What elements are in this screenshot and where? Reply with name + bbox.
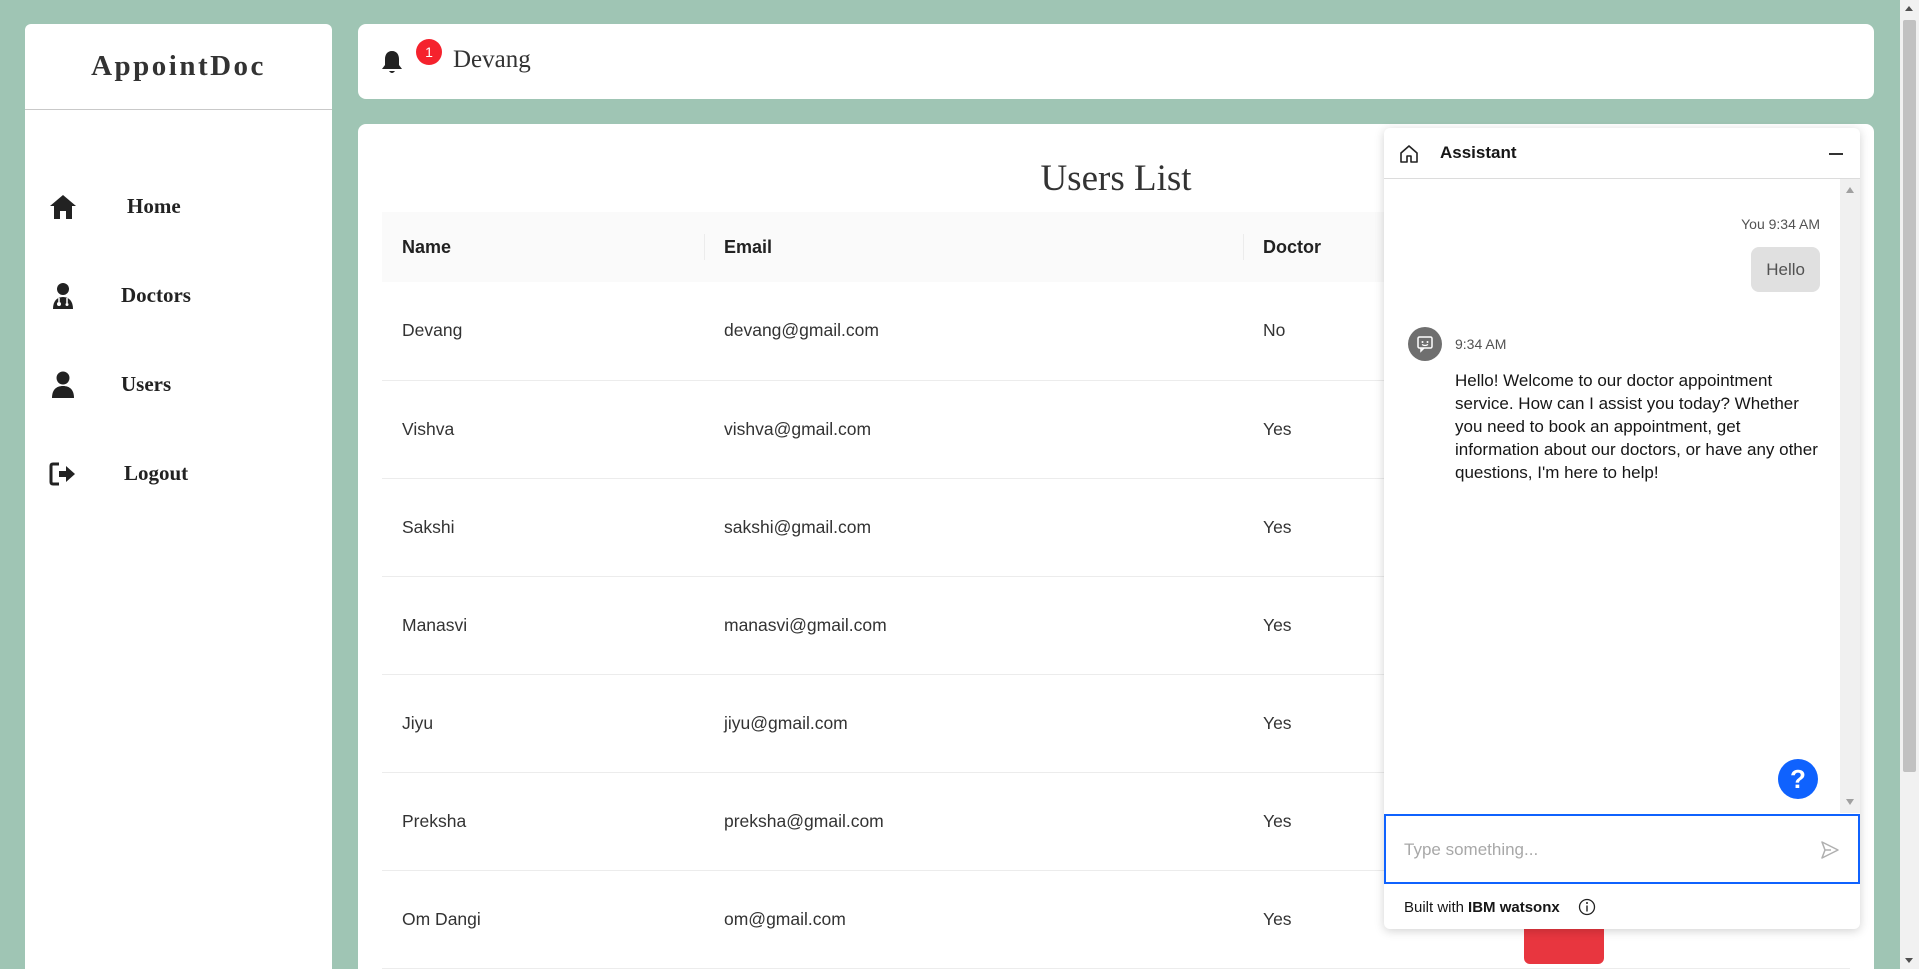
bot-message-text: Hello! Welcome to our doctor appointment…	[1455, 371, 1818, 482]
cell-name: Devang	[382, 282, 704, 381]
user-icon	[48, 370, 78, 400]
sidebar-nav: Home Doctors Users Logout	[25, 162, 332, 518]
info-icon[interactable]	[1578, 898, 1596, 916]
logout-icon	[48, 459, 78, 489]
scroll-up-icon[interactable]	[1846, 187, 1854, 193]
home-icon[interactable]	[1399, 144, 1419, 164]
cell-name: Manasvi	[382, 576, 704, 675]
user-message-bubble: Hello	[1751, 247, 1820, 292]
cell-name: Preksha	[382, 772, 704, 871]
cell-email: sakshi@gmail.com	[704, 478, 1243, 577]
cell-email: vishva@gmail.com	[704, 380, 1243, 479]
footer-brand: IBM watsonx	[1468, 898, 1560, 916]
column-header-email: Email	[704, 212, 1243, 282]
cell-name: Om Dangi	[382, 870, 704, 969]
scroll-down-icon[interactable]	[1846, 799, 1854, 805]
chat-scrollbar[interactable]	[1840, 179, 1860, 813]
scroll-down-icon[interactable]	[1905, 958, 1913, 963]
send-icon[interactable]	[1820, 840, 1840, 860]
scroll-up-icon[interactable]	[1905, 6, 1913, 11]
bot-message-time: 9:34 AM	[1455, 336, 1507, 352]
column-header-name: Name	[382, 212, 704, 282]
footer-prefix: Built with	[1404, 898, 1465, 916]
sidebar-item-doctors[interactable]: Doctors	[25, 251, 332, 340]
cell-email: jiyu@gmail.com	[704, 674, 1243, 773]
user-message-meta: You 9:34 AM	[1741, 216, 1820, 232]
sidebar-item-home[interactable]: Home	[25, 162, 332, 251]
app-logo: AppointDoc	[25, 24, 332, 110]
assistant-title: Assistant	[1440, 143, 1517, 162]
top-header: 1 Devang	[358, 24, 1874, 99]
message-input[interactable]	[1404, 836, 1794, 864]
cell-email: om@gmail.com	[704, 870, 1243, 969]
notification-badge: 1	[416, 39, 442, 65]
bell-icon[interactable]	[380, 49, 406, 77]
doctor-icon	[48, 281, 78, 311]
bot-avatar-icon	[1408, 327, 1442, 361]
cell-name: Sakshi	[382, 478, 704, 577]
sidebar: AppointDoc Home Doctors Users Logout	[25, 24, 332, 969]
minimize-icon[interactable]	[1826, 144, 1846, 164]
assistant-header: Assistant	[1384, 128, 1860, 179]
chat-messages: You 9:34 AM Hello 9:34 AM Hello! Welcome…	[1384, 179, 1860, 813]
cell-name: Vishva	[382, 380, 704, 479]
cell-name: Jiyu	[382, 674, 704, 773]
chat-input-box	[1384, 814, 1860, 884]
user-name[interactable]: Devang	[453, 46, 531, 74]
cell-email: devang@gmail.com	[704, 282, 1243, 381]
assistant-panel: Assistant You 9:34 AM Hello 9:34 AM Hell…	[1384, 128, 1860, 929]
assistant-footer: Built with IBM watsonx	[1404, 898, 1596, 916]
cell-email: preksha@gmail.com	[704, 772, 1243, 871]
cell-email: manasvi@gmail.com	[704, 576, 1243, 675]
home-icon	[48, 192, 78, 222]
scrollbar-thumb[interactable]	[1903, 20, 1916, 772]
sidebar-item-logout[interactable]: Logout	[25, 429, 332, 518]
help-button[interactable]: ?	[1778, 759, 1818, 799]
page-scrollbar[interactable]	[1900, 0, 1919, 969]
sidebar-item-users[interactable]: Users	[25, 340, 332, 429]
